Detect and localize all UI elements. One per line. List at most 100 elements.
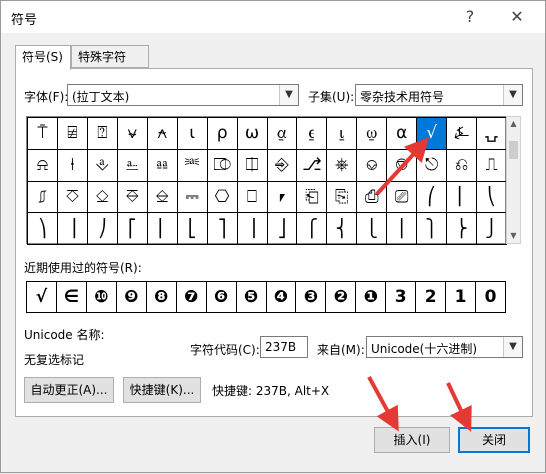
symbol-cell[interactable]: ⍴ [206, 117, 238, 150]
symbol-cell[interactable]: ⍶ [266, 117, 298, 150]
from-select[interactable]: Unicode(十六进制) ▼ [366, 336, 523, 358]
symbol-cell[interactable]: ⎜ [446, 180, 478, 214]
symbol-cell[interactable]: ⎣ [176, 212, 208, 245]
symbol-cell[interactable]: ⎈ [326, 148, 358, 182]
recent-table[interactable]: √ ∈ ❿ ❾ ❽ ❼ ❻ ❺ ❹ ❸ ❷ ❶ 3 2 1 0 [26, 281, 506, 313]
font-select[interactable]: (拉丁文本) ▼ [67, 84, 299, 106]
recent-symbol-cell[interactable]: 1 [445, 281, 477, 313]
symbol-cell[interactable]: ⎄ [206, 148, 238, 182]
recent-symbol-cell[interactable]: ❾ [115, 281, 147, 313]
symbol-cell[interactable]: ⎖ [266, 180, 298, 214]
symbol-cell[interactable]: ⍲ [146, 117, 178, 150]
symbol-cell[interactable]: ⎛ [416, 180, 448, 214]
recent-symbol-cell[interactable]: ❽ [145, 281, 177, 313]
shortcut-key-button[interactable]: 快捷键(K)... [123, 377, 201, 403]
symbol-cell[interactable]: ⎋ [416, 148, 448, 182]
symbol-cell[interactable]: ⎊ [386, 148, 418, 182]
symbol-cell[interactable]: ⎌ [446, 148, 478, 182]
symbol-cell[interactable]: ⎀ [86, 148, 118, 182]
symbol-table[interactable]: ⍑ ⍯ ⍰ ⍱ ⍲ ⍳ ⍴ ⍵ ⍶ ⍷ ⍸ ⍹ ⍺ √ ⍼ ⍽ ⍾ ⍿ ⎀ ⎁ ⎂ ⎃ ⎄ ⎅ ⎆ ⎇ ⎈ ⎉ ⎊ ⎋ ⎌ ⎍ ⎎ ⎏ ⎐ ⎑ ⎒ ⎓ ⎔ ⎕… [27, 117, 507, 245]
close-icon[interactable]: ✕ [507, 7, 527, 27]
symbol-cell[interactable]: ⎫ [416, 212, 448, 245]
symbol-cell[interactable]: ⎃ [176, 148, 208, 182]
autocorrect-button[interactable]: 自动更正(A)... [24, 377, 114, 403]
symbol-cell[interactable]: ⍯ [56, 117, 88, 150]
symbol-cell[interactable]: ⍺ [386, 117, 418, 150]
recent-symbol-cell[interactable]: ❸ [295, 281, 327, 313]
symbol-cell[interactable]: ⍷ [296, 117, 328, 150]
recent-symbol-cell[interactable]: ∈ [55, 281, 87, 313]
symbol-cell[interactable]: ⎭ [476, 212, 507, 245]
symbol-cell[interactable]: ⍳ [176, 117, 208, 150]
symbol-cell[interactable]: ⎤ [206, 212, 238, 245]
symbol-cell[interactable]: ⎝ [476, 180, 507, 214]
symbol-cell[interactable]: ⍿ [56, 148, 88, 182]
symbol-cell[interactable]: √ [416, 117, 448, 150]
symbol-cell[interactable]: ⍱ [116, 117, 148, 150]
recent-symbol-cell[interactable]: ❻ [205, 281, 237, 313]
symbol-cell[interactable]: ⎪ [386, 212, 418, 245]
recent-symbol-cell[interactable]: ❿ [85, 281, 117, 313]
symbol-cell[interactable]: ⎡ [116, 212, 148, 245]
symbol-cell[interactable]: ⎓ [176, 180, 208, 214]
symbol-cell[interactable]: ⎬ [446, 212, 478, 245]
symbol-cell[interactable]: ⎗ [296, 180, 328, 214]
symbol-cell[interactable]: ⎁ [116, 148, 148, 182]
symbol-cell[interactable]: ⎂ [146, 148, 178, 182]
symbol-cell[interactable]: ⎢ [146, 212, 178, 245]
symbol-cell[interactable]: ⎘ [326, 180, 358, 214]
symbol-cell[interactable]: ⎆ [266, 148, 298, 182]
recent-symbol-cell[interactable]: ❹ [265, 281, 297, 313]
recent-symbol-cell[interactable]: 3 [385, 281, 417, 313]
insert-button[interactable]: 插入(I) [374, 427, 450, 453]
symbol-cell[interactable]: ⎞ [27, 212, 58, 245]
recent-symbol-cell[interactable]: √ [26, 281, 57, 313]
symbol-cell[interactable]: ⎎ [27, 180, 58, 214]
symbol-cell[interactable]: ⍾ [27, 148, 58, 182]
chevron-down-icon[interactable]: ▼ [279, 85, 298, 105]
symbol-cell[interactable]: ⎨ [326, 212, 358, 245]
symbol-cell[interactable]: ⎑ [116, 180, 148, 214]
recent-symbol-cell[interactable]: ❼ [175, 281, 207, 313]
recent-symbol-cell[interactable]: ❺ [235, 281, 267, 313]
symbol-cell[interactable]: ⎕ [236, 180, 268, 214]
symbol-cell[interactable]: ⎟ [56, 212, 88, 245]
symbol-cell[interactable]: ⍰ [86, 117, 118, 150]
symbol-cell[interactable]: ⎙ [356, 180, 388, 214]
recent-symbol-cell[interactable]: 2 [415, 281, 447, 313]
symbol-cell[interactable]: ⍵ [236, 117, 268, 150]
recent-symbol-cell[interactable]: 0 [475, 281, 506, 313]
symbol-cell[interactable]: ⍼ [446, 117, 478, 150]
symbol-cell[interactable]: ⎧ [296, 212, 328, 245]
symbol-cell[interactable]: ⍹ [356, 117, 388, 150]
symbol-cell[interactable]: ⍸ [326, 117, 358, 150]
grid-scrollbar[interactable]: ▲ ▼ [506, 116, 521, 244]
chevron-down-icon[interactable]: ▼ [503, 337, 522, 357]
scroll-up-icon[interactable]: ▲ [507, 117, 520, 131]
symbol-cell[interactable]: ⎐ [86, 180, 118, 214]
help-icon[interactable]: ? [460, 7, 480, 27]
symbol-cell[interactable]: ⎥ [236, 212, 268, 245]
recent-symbol-cell[interactable]: ❷ [325, 281, 357, 313]
symbol-cell[interactable]: ⎏ [56, 180, 88, 214]
symbol-cell[interactable]: ⎍ [476, 148, 507, 182]
recent-symbols[interactable]: √ ∈ ❿ ❾ ❽ ❼ ❻ ❺ ❹ ❸ ❷ ❶ 3 2 1 0 [26, 281, 506, 313]
scroll-down-icon[interactable]: ▼ [507, 229, 520, 243]
recent-symbol-cell[interactable]: ❶ [355, 281, 387, 313]
symbol-cell[interactable]: ⎚ [386, 180, 418, 214]
symbol-cell[interactable]: ⍽ [476, 117, 507, 150]
tab-symbols[interactable]: 符号(S) [15, 45, 71, 70]
symbol-cell[interactable]: ⎒ [146, 180, 178, 214]
symbol-cell[interactable]: ⎉ [356, 148, 388, 182]
tab-special-chars[interactable]: 特殊字符(P) [71, 45, 149, 87]
symbol-cell[interactable]: ⎦ [266, 212, 298, 245]
symbol-cell[interactable]: ⎩ [356, 212, 388, 245]
char-code-input[interactable]: 237B [260, 336, 308, 358]
symbol-cell[interactable]: ⎠ [86, 212, 118, 245]
scroll-thumb[interactable] [509, 141, 518, 159]
close-button[interactable]: 关闭 [458, 427, 530, 453]
symbol-cell[interactable]: ⎅ [236, 148, 268, 182]
subset-select[interactable]: 零杂技术用符号 ▼ [355, 84, 523, 106]
symbol-cell[interactable]: ⎔ [206, 180, 238, 214]
symbol-grid[interactable]: ⍑ ⍯ ⍰ ⍱ ⍲ ⍳ ⍴ ⍵ ⍶ ⍷ ⍸ ⍹ ⍺ √ ⍼ ⍽ ⍾ ⍿ ⎀ ⎁ ⎂ ⎃ ⎄ ⎅ ⎆ ⎇ ⎈ ⎉ ⎊ ⎋ ⎌ ⎍ ⎎ ⎏ ⎐ ⎑ ⎒ ⎓ ⎔ ⎕… [26, 116, 507, 245]
